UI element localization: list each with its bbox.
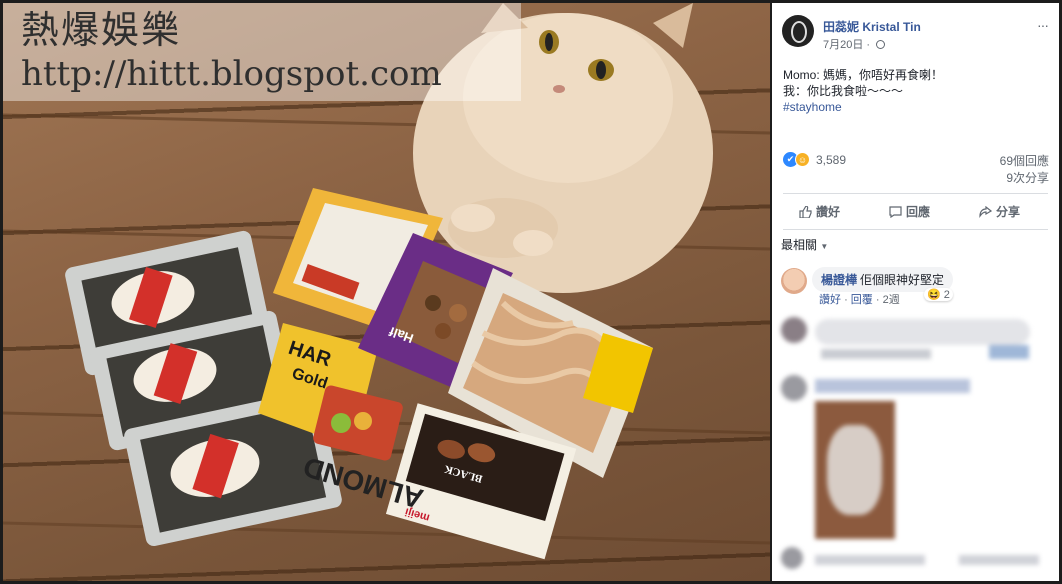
post-text-line: 我：你比我食啦～～～: [783, 84, 904, 98]
action-bar: 讚好 回應 分享: [783, 199, 1048, 225]
post-meta: 7月20日 ·: [823, 36, 886, 52]
sort-label: 最相關: [781, 238, 818, 252]
caret-down-icon: ▼: [820, 242, 829, 251]
like-button[interactable]: 讚好: [799, 203, 840, 220]
like-label: 讚好: [816, 205, 841, 219]
comment-reaction-badge[interactable]: 😆 2: [924, 288, 953, 301]
post-text: Momo: 媽媽，你唔好再食喇！ 我：你比我食啦～～～ #stayhome: [783, 67, 943, 115]
comment-like-link[interactable]: 讚好: [819, 294, 841, 306]
comments-count[interactable]: 69個回應: [1000, 152, 1049, 169]
haha-reaction-icon: 😆: [927, 289, 941, 301]
watermark-url: http://hittt.blogspot.com: [21, 54, 442, 94]
post-header: 田蕊妮 Kristal Tin 7月20日 · ···: [782, 15, 1050, 55]
share-label: 分享: [996, 205, 1021, 219]
globe-icon: [876, 40, 886, 49]
comment-text: 佢個眼神好堅定: [860, 273, 945, 287]
post-photo[interactable]: HAR Gold Half BLACK ALMOND meiji 熱爆娛樂 ht…: [3, 3, 770, 581]
divider: [783, 193, 1048, 194]
hashtag-link[interactable]: #stayhome: [783, 99, 943, 115]
comment-sort-dropdown[interactable]: 最相關 ▼: [781, 236, 828, 253]
blurred-comment: [781, 317, 1046, 375]
reaction-count[interactable]: 3,589: [816, 153, 846, 167]
post-text-line: Momo: 媽媽，你唔好再食喇！: [783, 68, 944, 82]
comment-author[interactable]: 楊證樺: [821, 273, 857, 287]
share-icon: [979, 206, 992, 218]
reactions-bar: ✔ ☺ 3,589 69個回應 9次分享: [783, 152, 1049, 186]
comment-label: 回應: [906, 205, 931, 219]
comment-reaction-count: 2: [943, 289, 950, 301]
blurred-comment: [781, 547, 1046, 577]
comment-icon: [889, 206, 902, 218]
thumbs-up-icon: [799, 206, 812, 218]
more-options-icon[interactable]: ···: [1037, 17, 1049, 33]
reaction-icons[interactable]: ✔ ☺: [783, 152, 810, 168]
haha-reaction-icon: ☺: [795, 152, 810, 168]
post-date[interactable]: 7月20日: [823, 39, 863, 51]
watermark: 熱爆娛樂 http://hittt.blogspot.com: [3, 3, 521, 101]
shares-count[interactable]: 9次分享: [1006, 169, 1049, 186]
author-name[interactable]: 田蕊妮 Kristal Tin: [823, 18, 921, 35]
share-button[interactable]: 分享: [979, 203, 1020, 220]
post-panel: 田蕊妮 Kristal Tin 7月20日 · ··· Momo: 媽媽，你唔好…: [772, 3, 1059, 581]
comment-time[interactable]: 2週: [883, 294, 900, 306]
comment-button[interactable]: 回應: [889, 203, 930, 220]
watermark-title: 熱爆娛樂: [21, 8, 182, 52]
blurred-comment: [781, 375, 1046, 545]
separator-dot: ·: [866, 39, 871, 51]
comment-reply-link[interactable]: 回覆: [851, 294, 873, 306]
comment-actions: 讚好 · 回覆 · 2週: [819, 294, 900, 306]
author-avatar[interactable]: [782, 15, 814, 47]
comments-list: 楊證樺 佢個眼神好堅定 讚好 · 回覆 · 2週 😆 2: [772, 255, 1059, 581]
divider: [783, 229, 1048, 230]
commenter-avatar[interactable]: [781, 268, 807, 294]
